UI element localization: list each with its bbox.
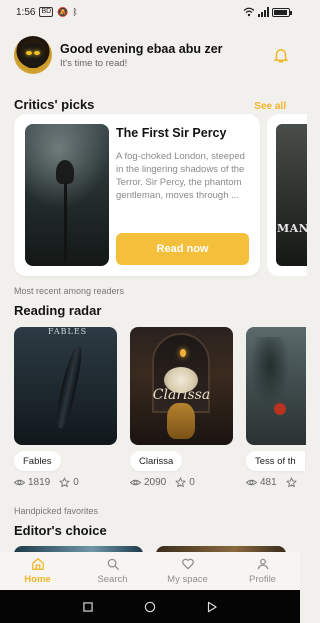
section-title-editor: Editor's choice [14,523,107,538]
cover-text: MAN [277,222,307,235]
book-stats: 2090 0 [130,477,195,488]
eye-icon [246,479,257,486]
section-title-critics: Critics' picks [14,97,95,112]
header: Good evening ebaa abu zer It's time to r… [14,36,290,74]
battery-icon [272,7,292,17]
book-stats: 1819 0 [14,477,79,488]
status-bar: 1:56 BD 🔕 ᛒ [0,0,300,24]
editor-section-header: Editor's choice [14,523,286,538]
book-title-chip[interactable]: Fables [14,451,61,471]
featured-description: A fog-choked London, steeped in the ling… [116,151,245,201]
view-count: 1819 [28,477,51,488]
star-icon [286,477,297,488]
bluetooth-icon: ᛒ [72,7,78,17]
editor-label: Handpicked favorites [14,506,99,516]
star-count: 0 [189,477,195,488]
cover-text: FABLES [48,327,88,336]
status-time: 1:56 [16,6,36,18]
book-stats: 481 [246,477,297,488]
nav-search[interactable]: Search [75,552,150,590]
view-count: 481 [260,477,277,488]
eye-icon [130,479,141,486]
nav-label-my-space: My space [167,574,208,585]
featured-book-card[interactable]: The First Sir Percy A fog-choked London,… [14,114,260,276]
featured-book-card-next[interactable]: MAN [267,114,307,276]
system-nav-bar [0,590,300,623]
home-circle-icon[interactable] [143,600,157,614]
cover-text: Clarissa [152,387,211,403]
see-all-link[interactable]: See all [254,101,286,112]
book-cover-tess[interactable] [246,327,306,445]
heart-icon [181,558,194,570]
search-icon [107,558,119,570]
nav-label-profile: Profile [249,574,276,585]
status-badge: BD [39,7,54,17]
profile-icon [257,558,268,570]
star-icon [175,477,186,488]
eye-icon [14,479,25,486]
mute-icon: 🔕 [57,6,69,17]
radar-label: Most recent among readers [14,286,125,296]
book-cover-fables[interactable]: FABLES [14,327,117,445]
featured-title: The First Sir Percy [116,126,227,140]
home-icon [31,558,44,570]
critics-section-header: Critics' picks See all [14,97,286,112]
signal-icon [258,7,269,17]
view-count: 2090 [144,477,167,488]
read-now-button[interactable]: Read now [116,233,249,265]
nav-profile[interactable]: Profile [225,552,300,590]
recents-icon[interactable] [81,600,95,614]
back-icon[interactable] [205,600,219,614]
book-cover-clarissa[interactable]: Clarissa [130,327,233,445]
book-cover[interactable] [276,124,307,266]
section-title-radar: Reading radar [14,303,102,318]
greeting-title: Good evening ebaa abu zer [60,41,223,56]
nav-my-space[interactable]: My space [150,552,225,590]
wifi-icon [243,7,255,17]
star-icon [59,477,70,488]
book-cover[interactable] [25,124,109,266]
radar-section-header: Reading radar [14,303,286,318]
bell-icon[interactable] [272,46,290,64]
avatar[interactable] [14,36,52,74]
star-count: 0 [73,477,79,488]
greeting-subtitle: It's time to read! [60,57,128,69]
bottom-nav: Home Search My space Profile [0,552,300,590]
book-title-chip[interactable]: Clarissa [130,451,183,471]
nav-label-home: Home [24,574,51,585]
book-title-chip[interactable]: Tess of th [246,451,305,471]
nav-label-search: Search [97,574,128,585]
nav-home[interactable]: Home [0,552,75,590]
